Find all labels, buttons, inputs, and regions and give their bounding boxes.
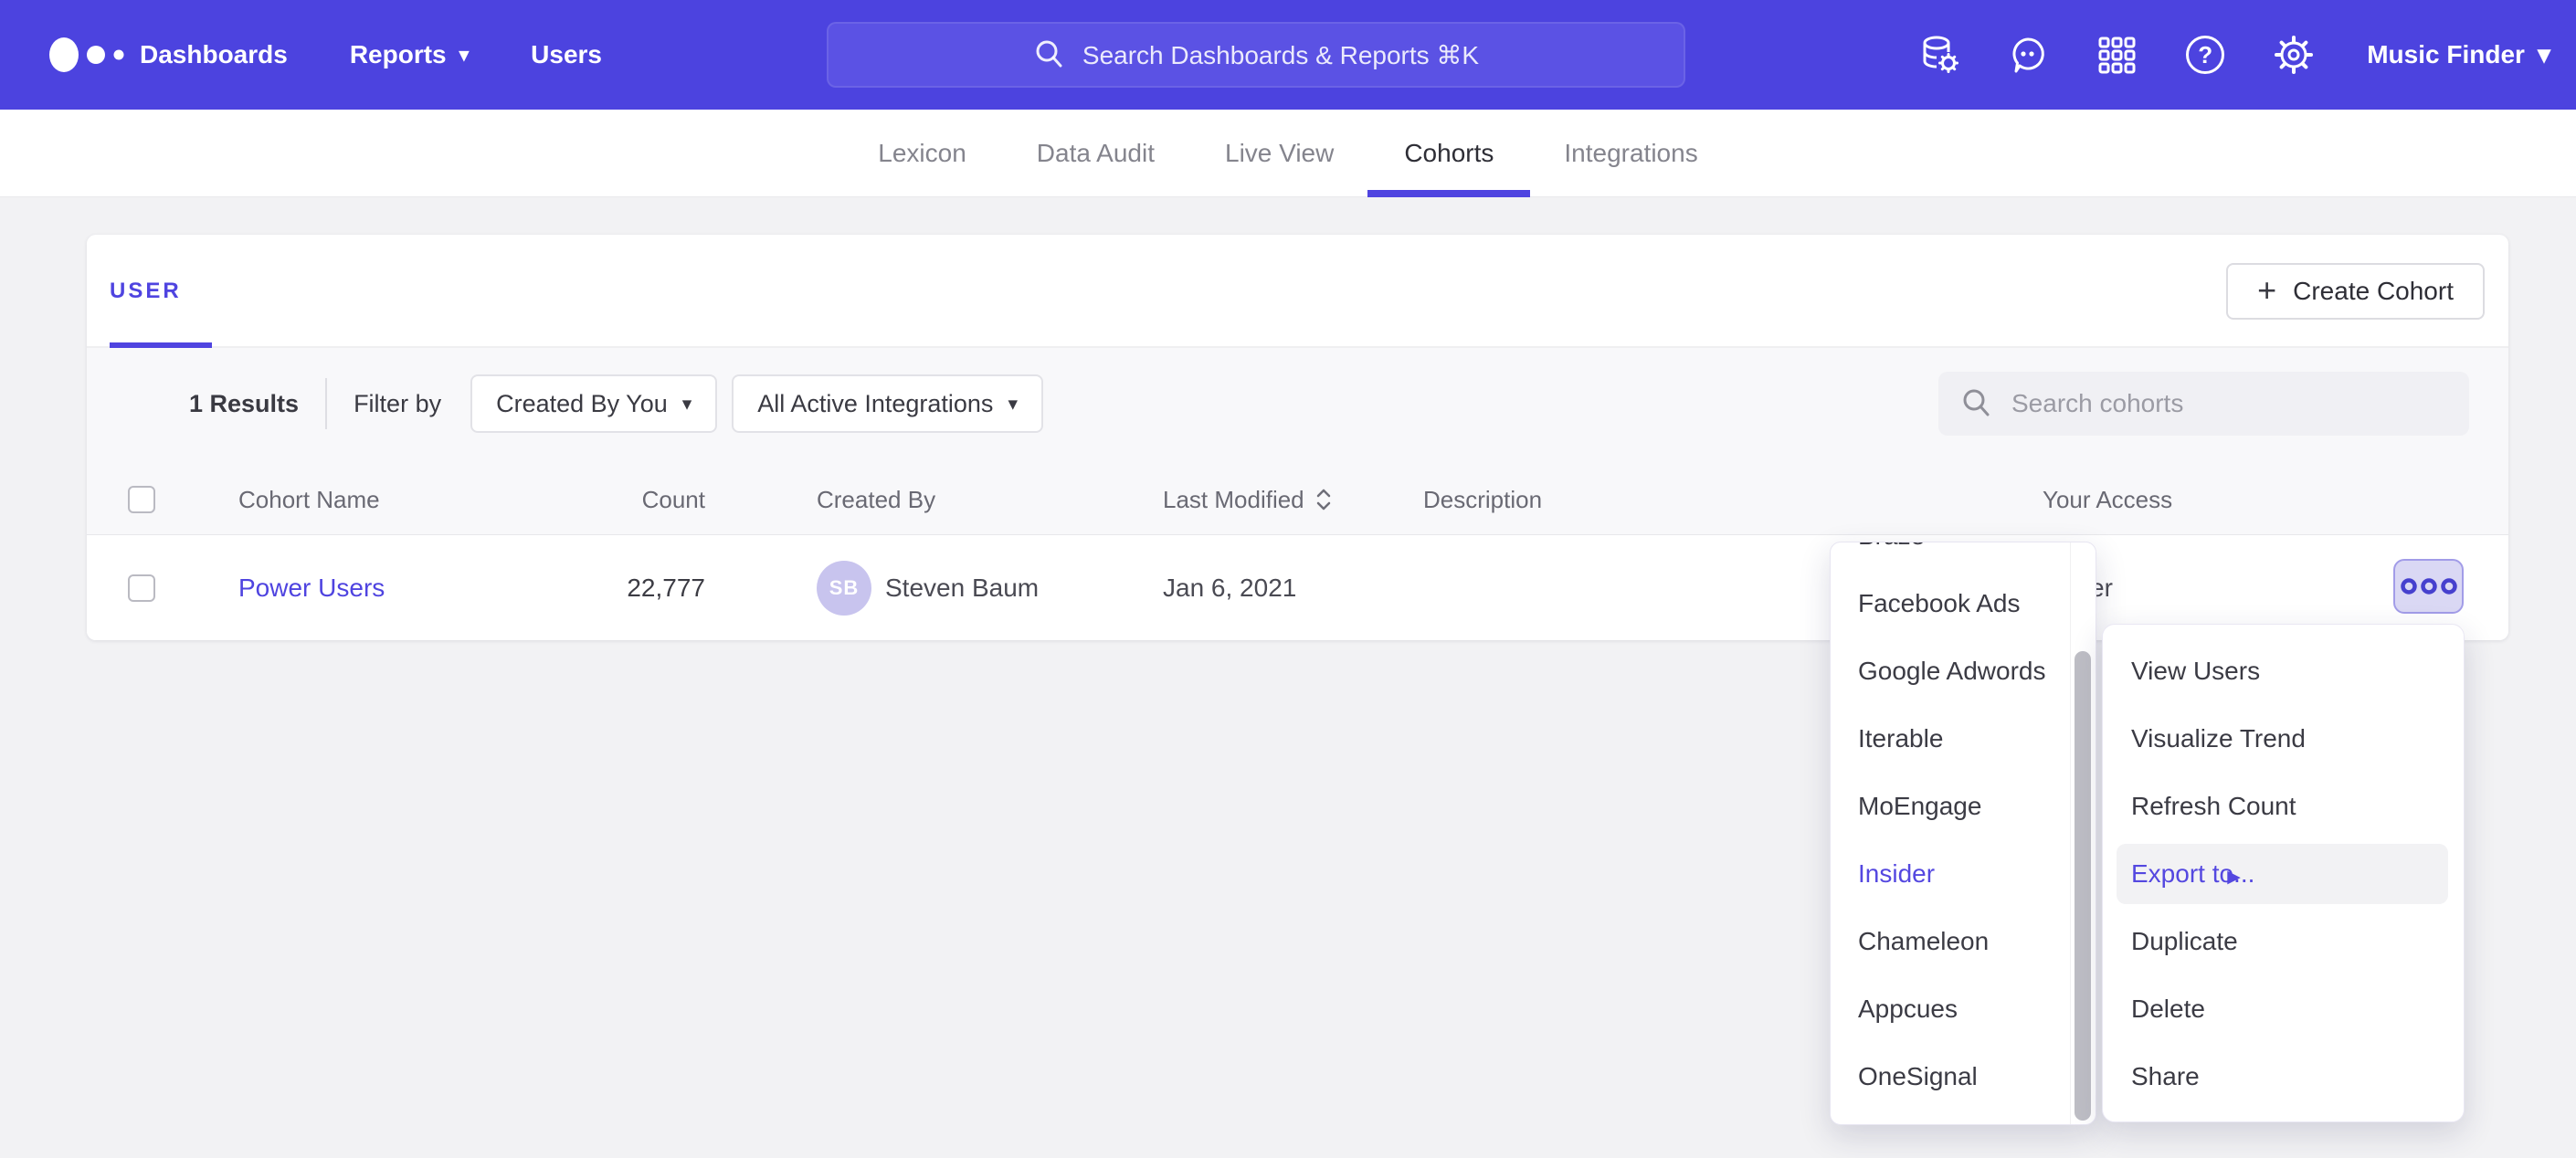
search-icon: [1960, 387, 1993, 420]
column-created-by: Created By: [817, 465, 935, 534]
global-search-placeholder: Search Dashboards & Reports ⌘K: [1082, 40, 1479, 70]
cohort-search-field: [1938, 372, 2469, 436]
top-navbar: Dashboards Reports ▾ Users Search Dashboa…: [0, 0, 2576, 110]
menu-item-appcues[interactable]: Appcues: [1831, 975, 2096, 1043]
active-tab-underline: [1367, 190, 1530, 197]
created-by-filter-dropdown[interactable]: Created By You ▾: [470, 374, 717, 433]
help-icon[interactable]: ?: [2184, 34, 2226, 76]
section-tabs: Lexicon Data Audit Live View Cohorts Int…: [0, 110, 2576, 197]
menu-item-share[interactable]: Share: [2103, 1043, 2464, 1111]
workspace-name: Music Finder: [2367, 40, 2525, 69]
avatar: SB: [817, 561, 871, 616]
menu-item-braze[interactable]: Braze: [1831, 542, 2096, 570]
tab-data-audit-label: Data Audit: [1037, 139, 1155, 168]
tab-data-audit[interactable]: Data Audit: [1037, 110, 1155, 197]
last-modified-value: Jan 6, 2021: [1163, 535, 1296, 641]
menu-item-export-to[interactable]: Export to... ▶: [2103, 840, 2464, 908]
menu-item-duplicate[interactable]: Duplicate: [2103, 908, 2464, 975]
tab-integrations[interactable]: Integrations: [1564, 110, 1697, 197]
tab-lexicon[interactable]: Lexicon: [878, 110, 966, 197]
nav-users-label: Users: [531, 40, 602, 69]
menu-item-google-adwords[interactable]: Google Adwords: [1831, 637, 2096, 705]
ellipsis-icon: [2399, 575, 2459, 597]
global-search-input[interactable]: Search Dashboards & Reports ⌘K: [827, 22, 1685, 88]
help-glyph: ?: [2198, 41, 2212, 69]
data-management-icon[interactable]: [1918, 34, 1960, 76]
column-last-modified[interactable]: Last Modified: [1163, 465, 1332, 534]
search-icon: [1033, 38, 1066, 71]
navbar-right-cluster: ? Music Finder ▾: [1918, 0, 2550, 110]
created-by-filter-value: Created By You: [496, 390, 668, 418]
menu-item-iterable[interactable]: Iterable: [1831, 705, 2096, 773]
chevron-down-icon: ▾: [1008, 395, 1018, 414]
plus-icon: +: [2257, 274, 2276, 307]
menu-item-view-users[interactable]: View Users: [2103, 637, 2464, 705]
cohorts-body: 1 Results Filter by Created By You ▾ All…: [87, 348, 2508, 534]
tab-lexicon-label: Lexicon: [878, 139, 966, 168]
feedback-icon[interactable]: [2007, 34, 2049, 76]
row-checkbox[interactable]: [128, 574, 155, 602]
chevron-down-icon: ▾: [459, 46, 470, 65]
nav-dashboards-label: Dashboards: [140, 40, 288, 69]
export-integrations-menu: Braze Facebook Ads Google Adwords Iterab…: [1830, 542, 2096, 1125]
apps-grid-icon[interactable]: [2096, 34, 2138, 76]
scrollbar-track: [2070, 542, 2096, 1124]
sort-icon: [1315, 486, 1332, 513]
settings-icon[interactable]: [2273, 34, 2315, 76]
scrollbar-thumb[interactable]: [2075, 651, 2091, 1121]
workspace-switcher[interactable]: Music Finder ▾: [2367, 40, 2550, 69]
create-cohort-button[interactable]: + Create Cohort: [2226, 263, 2485, 320]
tab-integrations-label: Integrations: [1564, 139, 1697, 168]
column-description: Description: [1423, 465, 1542, 534]
cohort-name-link[interactable]: Power Users: [238, 535, 385, 641]
tab-live-view[interactable]: Live View: [1225, 110, 1334, 197]
logo-dots: [48, 32, 132, 78]
tab-user-cohorts[interactable]: USER: [110, 235, 182, 348]
cohorts-card: USER + Create Cohort 1 Results Filter by…: [87, 235, 2508, 640]
column-cohort-name: Cohort Name: [238, 465, 380, 534]
nav-dashboards[interactable]: Dashboards: [140, 40, 288, 69]
select-all-checkbox[interactable]: [128, 486, 155, 513]
primary-nav: Dashboards Reports ▾ Users: [140, 0, 602, 110]
menu-item-onesignal[interactable]: OneSignal: [1831, 1043, 2096, 1111]
cohort-type-header: USER + Create Cohort: [87, 235, 2508, 348]
tab-cohorts-label: Cohorts: [1404, 139, 1494, 168]
divider: [325, 378, 327, 429]
menu-item-chameleon[interactable]: Chameleon: [1831, 908, 2096, 975]
last-modified-label: Last Modified: [1163, 486, 1304, 514]
table-header: Cohort Name Count Created By Last Modifi…: [87, 465, 2508, 534]
chevron-down-icon: ▾: [682, 395, 692, 414]
integrations-filter-value: All Active Integrations: [757, 390, 993, 418]
integrations-filter-dropdown[interactable]: All Active Integrations ▾: [732, 374, 1043, 433]
filter-bar: 1 Results Filter by Created By You ▾ All…: [189, 374, 1058, 433]
menu-item-insider[interactable]: Insider: [1831, 840, 2096, 908]
menu-item-refresh-count[interactable]: Refresh Count: [2103, 773, 2464, 840]
filter-by-label: Filter by: [354, 390, 441, 418]
menu-item-delete[interactable]: Delete: [2103, 975, 2464, 1043]
nav-reports[interactable]: Reports ▾: [350, 40, 469, 69]
results-count: 1 Results: [189, 390, 299, 418]
column-count: Count: [562, 465, 705, 534]
nav-users[interactable]: Users: [531, 40, 602, 69]
brand-logo-icon[interactable]: [48, 0, 132, 110]
created-by-value: Steven Baum: [885, 535, 1039, 641]
row-actions-button[interactable]: [2393, 559, 2464, 614]
chevron-down-icon: ▾: [2538, 42, 2550, 68]
submenu-arrow-icon: ▶: [2227, 868, 2241, 887]
nav-reports-label: Reports: [350, 40, 447, 69]
menu-item-visualize-trend[interactable]: Visualize Trend: [2103, 705, 2464, 773]
tab-live-view-label: Live View: [1225, 139, 1334, 168]
column-your-access: Your Access: [2043, 465, 2172, 534]
cohort-search-input[interactable]: [2011, 389, 2447, 418]
row-context-menu: View Users Visualize Trend Refresh Count…: [2102, 624, 2465, 1122]
cohort-count: 22,777: [562, 535, 705, 641]
user-tab-label: USER: [110, 279, 182, 304]
menu-item-facebook-ads[interactable]: Facebook Ads: [1831, 570, 2096, 637]
menu-item-moengage[interactable]: MoEngage: [1831, 773, 2096, 840]
tab-cohorts[interactable]: Cohorts: [1404, 110, 1494, 197]
cohorts-page: Dashboards Reports ▾ Users Search Dashboa…: [0, 0, 2576, 1158]
create-cohort-label: Create Cohort: [2293, 277, 2454, 306]
